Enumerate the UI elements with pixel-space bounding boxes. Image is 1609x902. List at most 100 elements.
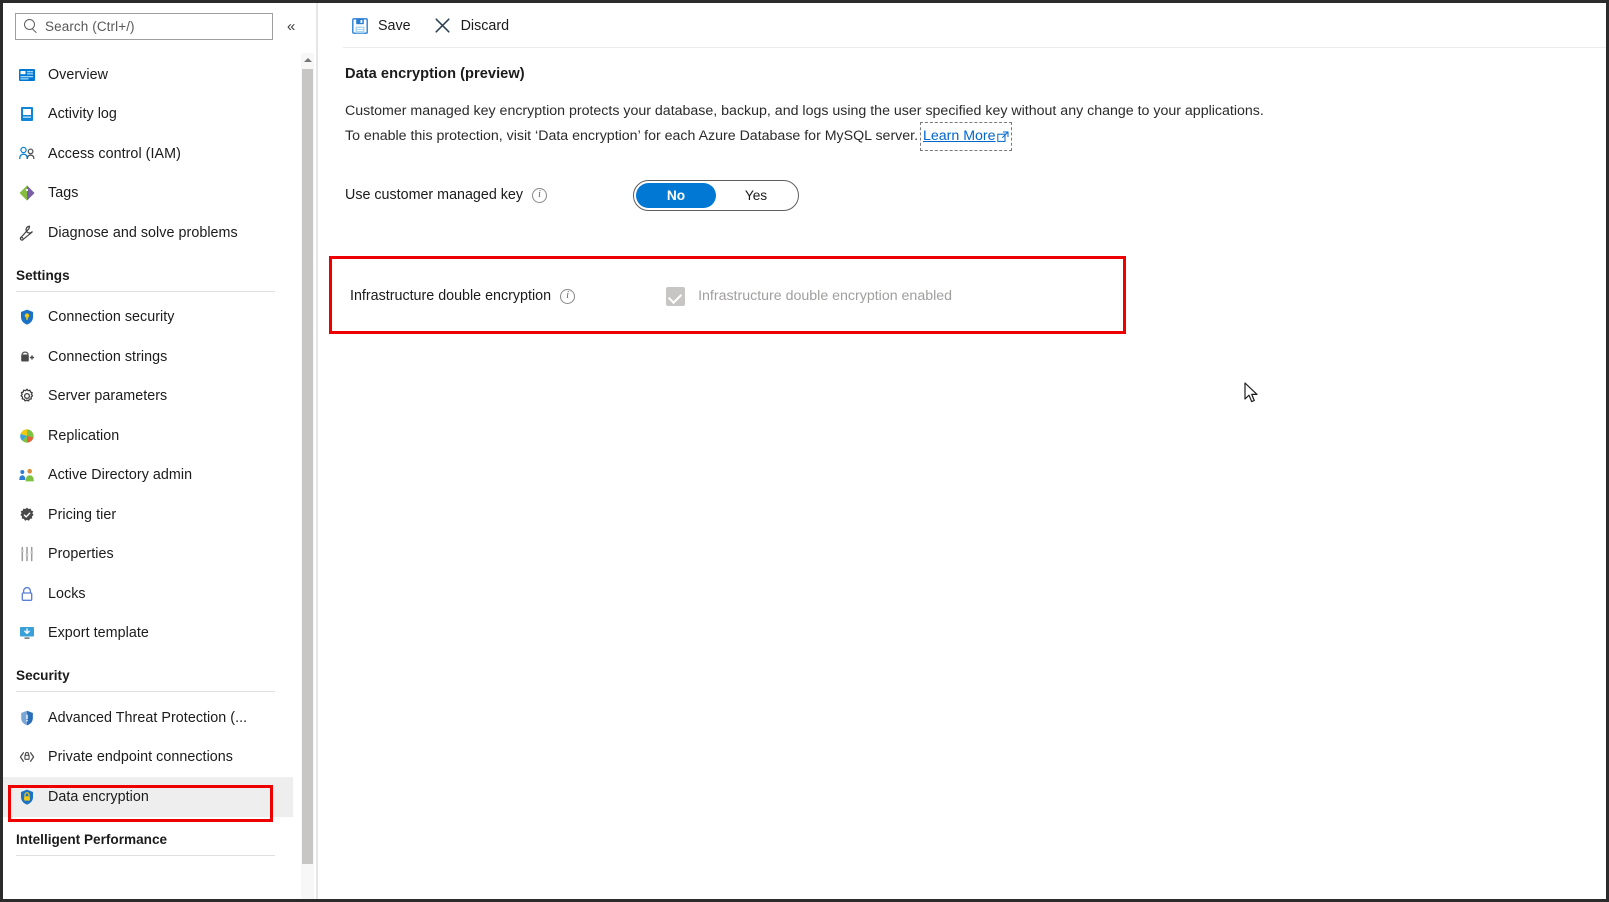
sidebar-item-data-encryption[interactable]: Data encryption <box>3 777 293 817</box>
sidebar-item-locks[interactable]: Locks <box>3 574 293 614</box>
use-customer-managed-key-toggle[interactable]: No Yes <box>633 179 799 211</box>
sidebar-group-title: Settings <box>16 267 70 283</box>
sidebar-item-access-control[interactable]: Access control (IAM) <box>3 134 293 174</box>
learn-more-label: Learn More <box>922 128 996 144</box>
azure-portal-screenshot: Search (Ctrl+/) « Overview Activity log … <box>0 0 1609 902</box>
description-body: Customer managed key encryption protects… <box>345 103 1264 144</box>
sidebar-item-label: Replication <box>48 427 120 444</box>
learn-more-link[interactable]: Learn More <box>919 122 1012 151</box>
mouse-cursor <box>1244 382 1260 405</box>
infrastructure-double-encryption-checkbox <box>666 286 686 306</box>
sidebar-item-label: Export template <box>48 625 149 642</box>
sidebar-item-label: Server parameters <box>48 388 168 405</box>
sidebar-item-label: Properties <box>48 546 114 563</box>
activity-log-icon <box>16 103 38 125</box>
infrastructure-double-encryption-label: Infrastructure double encryption i <box>350 288 576 304</box>
diagnose-icon <box>16 222 38 244</box>
sidebar-group-security: Security <box>3 653 293 698</box>
cmk-label-text: Use customer managed key <box>345 187 523 203</box>
lock-icon <box>16 583 38 605</box>
search-placeholder: Search (Ctrl+/) <box>45 18 135 34</box>
sidebar-item-connection-security[interactable]: Connection security <box>3 298 293 338</box>
divider <box>16 290 275 292</box>
sidebar-item-label: Connection security <box>48 309 175 326</box>
sidebar-item-label: Private endpoint connections <box>48 749 233 766</box>
use-customer-managed-key-label: Use customer managed key i <box>345 187 547 203</box>
data-encryption-form: Data encryption (preview) Customer manag… <box>319 48 1606 334</box>
sidebar-search-row: Search (Ctrl+/) <box>3 3 299 49</box>
toggle-option-yes[interactable]: Yes <box>716 183 796 208</box>
sidebar-item-label: Diagnose and solve problems <box>48 224 238 241</box>
save-disk-icon <box>351 17 369 35</box>
sidebar-item-replication[interactable]: Replication <box>3 416 293 456</box>
divider <box>16 691 275 692</box>
discard-button[interactable]: Discard <box>433 11 509 41</box>
scrollbar-thumb[interactable] <box>302 69 313 864</box>
search-icon <box>24 19 38 33</box>
overview-icon <box>16 64 38 86</box>
sidebar-item-server-parameters[interactable]: Server parameters <box>3 377 293 417</box>
info-icon[interactable]: i <box>532 187 547 203</box>
external-link-icon <box>996 131 1009 143</box>
command-bar: Save Discard <box>319 3 1606 48</box>
collapse-menu-button[interactable]: « <box>287 19 295 34</box>
sidebar-item-label: Connection strings <box>48 348 168 365</box>
sidebar-item-label: Activity log <box>48 106 117 123</box>
sidebar-group-title: Intelligent Performance <box>16 831 168 847</box>
sidebar-item-activity-log[interactable]: Activity log <box>3 95 293 135</box>
sidebar-item-label: Overview <box>48 66 108 83</box>
scroll-up-arrow-icon[interactable] <box>301 53 314 67</box>
divider <box>16 854 275 856</box>
sidebar-item-label: Locks <box>48 585 86 602</box>
sidebar-group-settings: Settings <box>3 253 293 298</box>
main-content-panel: Save Discard Data encryption (preview) C… <box>319 3 1606 899</box>
sidebar-item-active-directory-admin[interactable]: Active Directory admin <box>3 456 293 496</box>
description-text: Customer managed key encryption protects… <box>345 99 1265 151</box>
sidebar-item-label: Data encryption <box>48 788 149 805</box>
sidebar-group-intelligent-performance: Intelligent Performance <box>3 817 293 862</box>
sidebar-item-label: Active Directory admin <box>48 467 193 484</box>
export-template-icon <box>16 622 38 644</box>
pricing-tier-icon <box>16 504 38 526</box>
use-customer-managed-key-row: Use customer managed key i No Yes <box>345 179 1606 211</box>
sidebar-scrollbar[interactable] <box>301 53 314 899</box>
save-label: Save <box>378 17 411 34</box>
properties-icon <box>16 543 38 565</box>
sidebar-item-label: Tags <box>48 185 79 202</box>
sidebar-item-overview[interactable]: Overview <box>3 55 293 95</box>
ide-label-text: Infrastructure double encryption <box>350 288 552 304</box>
data-encryption-icon <box>16 786 38 808</box>
private-endpoint-icon <box>16 746 38 768</box>
panel-splitter[interactable] <box>316 3 318 899</box>
save-button[interactable]: Save <box>351 11 411 41</box>
sidebar-item-export-template[interactable]: Export template <box>3 614 293 654</box>
active-directory-icon <box>16 464 38 486</box>
sidebar-group-title: Security <box>16 668 70 683</box>
toggle-option-no[interactable]: No <box>636 182 716 208</box>
sidebar-item-connection-strings[interactable]: Connection strings <box>3 337 293 377</box>
sidebar-item-advanced-threat-protection[interactable]: Advanced Threat Protection (... <box>3 698 293 738</box>
checkbox-label: Infrastructure double encryption enabled <box>698 288 953 304</box>
info-icon[interactable]: i <box>560 288 576 304</box>
threat-protection-icon <box>16 707 38 729</box>
connection-strings-icon <box>16 346 38 368</box>
infrastructure-double-encryption-row: Infrastructure double encryption i Infra… <box>332 259 1123 331</box>
sidebar-item-tags[interactable]: Tags <box>3 174 293 214</box>
sidebar-item-diagnose[interactable]: Diagnose and solve problems <box>3 213 293 253</box>
sidebar-item-label: Advanced Threat Protection (... <box>48 709 248 726</box>
highlight-box-infrastructure-double-encryption: Infrastructure double encryption i Infra… <box>329 256 1126 334</box>
close-x-icon <box>433 16 452 35</box>
search-input[interactable]: Search (Ctrl+/) <box>15 12 273 40</box>
access-control-icon <box>16 143 38 165</box>
page-title: Data encryption (preview) <box>345 66 525 82</box>
sidebar-item-pricing-tier[interactable]: Pricing tier <box>3 495 293 535</box>
sidebar-item-private-endpoint-connections[interactable]: Private endpoint connections <box>3 738 293 778</box>
discard-label: Discard <box>460 17 510 34</box>
sidebar-item-label: Access control (IAM) <box>48 145 181 162</box>
shield-icon <box>16 306 38 328</box>
sidebar-item-properties[interactable]: Properties <box>3 535 293 575</box>
tags-icon <box>16 182 38 204</box>
infrastructure-double-encryption-checkbox-wrap[interactable]: Infrastructure double encryption enabled <box>666 286 953 306</box>
replication-icon <box>16 425 38 447</box>
gear-icon <box>16 385 38 407</box>
